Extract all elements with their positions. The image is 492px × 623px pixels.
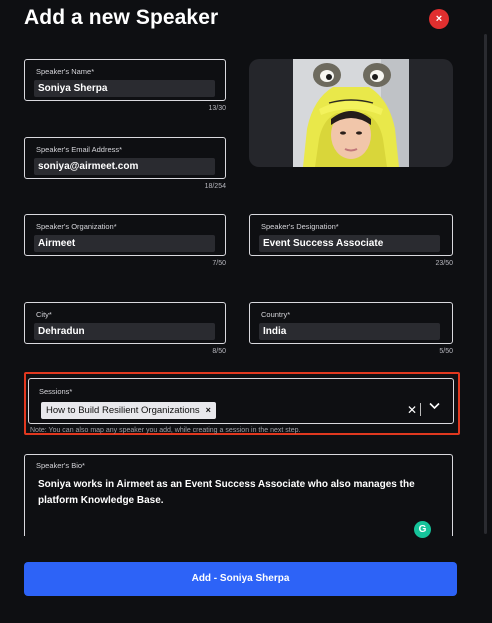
session-chip-label: How to Build Resilient Organizations	[46, 405, 200, 416]
city-counter: 8/50	[212, 348, 226, 355]
name-label: Speaker's Name*	[36, 67, 95, 76]
clear-icon[interactable]: ✕	[407, 403, 417, 417]
email-field[interactable]: Speaker's Email Address* soniya@airmeet.…	[24, 137, 226, 179]
email-counter: 18/254	[204, 183, 226, 190]
email-label: Speaker's Email Address*	[36, 145, 123, 154]
city-field[interactable]: City* Dehradun	[24, 302, 226, 344]
country-label: Country*	[261, 310, 291, 319]
close-button[interactable]: ×	[429, 9, 449, 29]
name-input[interactable]: Soniya Sherpa	[34, 80, 215, 97]
speaker-photo-panel[interactable]	[249, 59, 453, 167]
organization-counter: 7/50	[212, 260, 226, 267]
bio-textarea[interactable]: Soniya works in Airmeet as an Event Succ…	[38, 477, 443, 509]
scrollbar[interactable]	[484, 34, 487, 534]
name-field[interactable]: Speaker's Name* Soniya Sherpa	[24, 59, 226, 101]
chevron-down-glyph	[429, 402, 440, 410]
sessions-note: Note: You can also map any speaker you a…	[30, 427, 301, 434]
sessions-label: Sessions*	[39, 387, 73, 396]
country-counter: 5/50	[439, 348, 453, 355]
designation-input[interactable]: Event Success Associate	[259, 235, 440, 252]
bio-label: Speaker's Bio*	[36, 461, 85, 470]
close-icon: ×	[435, 13, 443, 25]
chevron-down-icon[interactable]	[429, 401, 440, 413]
designation-counter: 23/50	[435, 260, 453, 267]
designation-field[interactable]: Speaker's Designation* Event Success Ass…	[249, 214, 453, 256]
add-speaker-button[interactable]: Add - Soniya Sherpa	[24, 562, 457, 596]
grammarly-icon[interactable]: G	[414, 521, 431, 538]
organization-field[interactable]: Speaker's Organization* Airmeet	[24, 214, 226, 256]
organization-label: Speaker's Organization*	[36, 222, 117, 231]
designation-label: Speaker's Designation*	[261, 222, 339, 231]
add-speaker-modal: Add a new Speaker × Speaker's Name* Soni…	[0, 0, 492, 623]
city-input[interactable]: Dehradun	[34, 323, 215, 340]
session-chip: How to Build Resilient Organizations ×	[41, 402, 216, 419]
bio-field[interactable]: Speaker's Bio* Soniya works in Airmeet a…	[24, 454, 453, 538]
modal-title: Add a new Speaker	[24, 6, 219, 29]
chip-remove-icon[interactable]: ×	[206, 405, 211, 415]
select-separator	[420, 403, 421, 416]
organization-input[interactable]: Airmeet	[34, 235, 215, 252]
speaker-photo[interactable]	[293, 59, 409, 167]
country-input[interactable]: India	[259, 323, 440, 340]
email-input[interactable]: soniya@airmeet.com	[34, 158, 215, 175]
country-field[interactable]: Country* India	[249, 302, 453, 344]
name-counter: 13/30	[208, 105, 226, 112]
city-label: City*	[36, 310, 52, 319]
speaker-photo-image	[293, 59, 409, 167]
sessions-highlight: Sessions* How to Build Resilient Organiz…	[24, 372, 460, 435]
sessions-select[interactable]: Sessions* How to Build Resilient Organiz…	[28, 378, 454, 424]
